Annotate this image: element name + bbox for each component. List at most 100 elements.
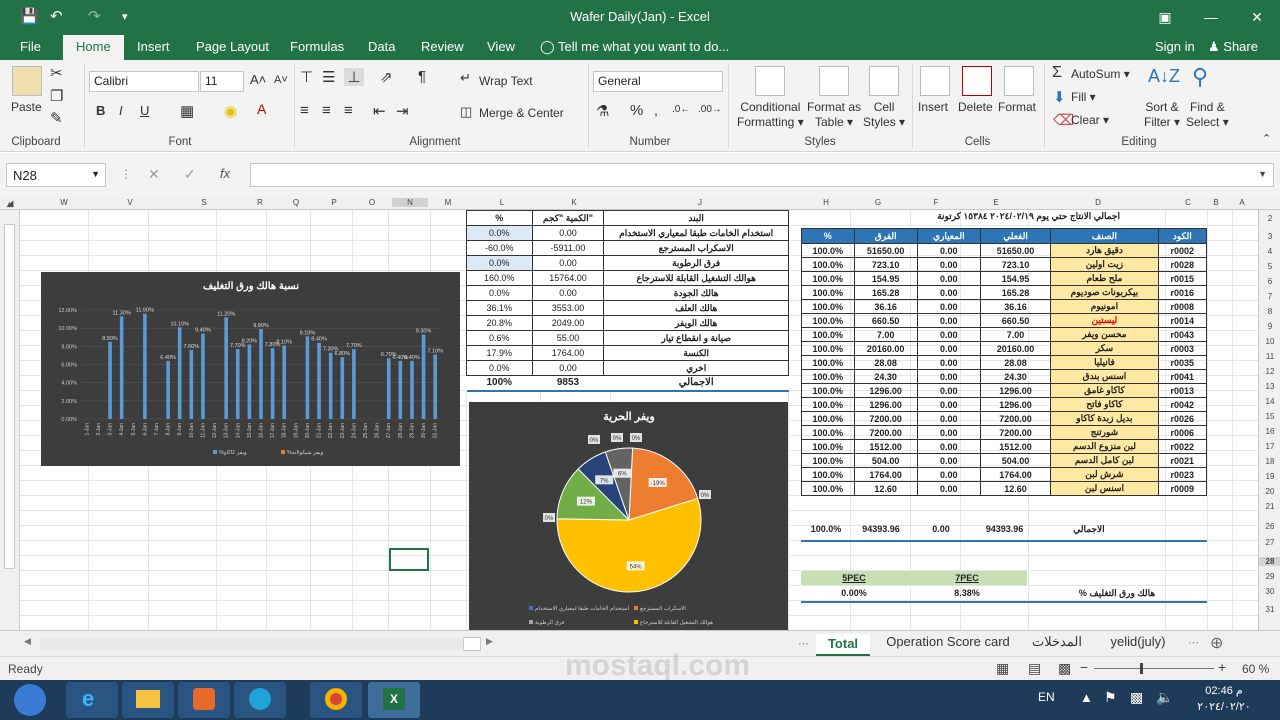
sheet-tab-inputs[interactable]: المدخلات: [1022, 634, 1092, 650]
insert-function-icon[interactable]: fx: [220, 166, 230, 181]
column-o[interactable]: O: [364, 198, 380, 207]
borders-icon[interactable]: ▦: [180, 102, 194, 120]
clear-button[interactable]: Clear ▾: [1071, 113, 1109, 128]
edge-icon[interactable]: [234, 682, 286, 718]
sheet-tab-total[interactable]: Total: [816, 634, 870, 656]
scroll-up-icon[interactable]: ▲: [5, 199, 14, 209]
formula-input[interactable]: ▼: [250, 163, 1274, 187]
scroll-left-icon[interactable]: ◀: [24, 636, 31, 647]
chrome-icon[interactable]: [310, 682, 362, 718]
volume-icon[interactable]: 🔈: [1156, 689, 1173, 706]
tray-arrow-icon[interactable]: ▲: [1080, 690, 1093, 705]
increase-decimal-icon[interactable]: .0←: [672, 104, 690, 115]
italic-icon[interactable]: I: [119, 103, 123, 118]
column-a[interactable]: A: [1234, 198, 1250, 207]
font-color-icon[interactable]: A: [257, 101, 266, 117]
find-select-button[interactable]: Find & Select ▾: [1186, 100, 1229, 130]
accounting-icon[interactable]: ⚗: [596, 102, 609, 120]
comma-icon[interactable]: ,: [654, 102, 658, 118]
column-j[interactable]: J: [692, 198, 708, 207]
align-left-icon[interactable]: ≡: [300, 102, 309, 119]
share-button[interactable]: ♟ Share: [1208, 39, 1258, 55]
expand-formula-icon[interactable]: ▼: [1258, 169, 1267, 179]
column-p[interactable]: P: [326, 198, 342, 207]
tab-review[interactable]: Review: [421, 39, 464, 54]
column-e[interactable]: E: [988, 198, 1004, 207]
format-as-table-button[interactable]: Format as Table ▾: [807, 100, 861, 130]
rtl-icon[interactable]: ¶: [418, 68, 426, 85]
align-middle-icon[interactable]: ☰: [322, 68, 335, 86]
tell-me-box[interactable]: Tell me what you want to do...: [558, 39, 729, 54]
copy-icon[interactable]: ❐: [50, 87, 63, 105]
column-w[interactable]: W: [56, 198, 72, 207]
excel-taskbar-icon[interactable]: X: [368, 682, 420, 718]
align-right-icon[interactable]: ≡: [344, 102, 353, 119]
clock-date[interactable]: ٢٠٢٤/٠٢/٢٠: [1196, 700, 1252, 713]
underline-icon[interactable]: U: [140, 103, 149, 118]
chevron-down-icon[interactable]: ▼: [91, 169, 100, 179]
column-g[interactable]: G: [870, 198, 886, 207]
zoom-in-icon[interactable]: +: [1218, 659, 1226, 675]
name-box[interactable]: N28 ▼: [6, 163, 106, 187]
file-explorer-icon[interactable]: [122, 682, 174, 718]
decrease-decimal-icon[interactable]: .00→: [698, 104, 722, 115]
zoom-out-icon[interactable]: −: [1080, 659, 1088, 675]
column-f[interactable]: F: [928, 198, 944, 207]
sign-in-link[interactable]: Sign in: [1155, 39, 1195, 54]
percent-icon[interactable]: %: [630, 102, 643, 119]
wrap-text-button[interactable]: Wrap Text: [479, 74, 533, 89]
tab-view[interactable]: View: [487, 39, 515, 54]
tab-home[interactable]: Home: [63, 35, 124, 60]
column-h[interactable]: H: [818, 198, 834, 207]
column-d[interactable]: D: [1090, 198, 1106, 207]
column-b[interactable]: B: [1208, 198, 1224, 207]
decrease-font-icon[interactable]: A˅: [274, 74, 288, 86]
orientation-icon[interactable]: ⇗: [380, 68, 393, 86]
more-sheets-icon[interactable]: ⋯: [1188, 636, 1199, 649]
tab-insert[interactable]: Insert: [137, 39, 170, 54]
align-center-icon[interactable]: ≡: [322, 102, 331, 119]
increase-font-icon[interactable]: A˄: [250, 72, 266, 87]
sheet-nav-more-icon[interactable]: ⋯: [798, 637, 809, 650]
column-k[interactable]: K: [566, 198, 582, 207]
format-painter-icon[interactable]: ✎: [50, 109, 63, 127]
align-bottom-icon[interactable]: ⊥: [344, 68, 364, 86]
cut-icon[interactable]: ✂: [50, 64, 63, 82]
insert-cells-button[interactable]: Insert: [918, 100, 948, 115]
new-sheet-icon[interactable]: ⊕: [1210, 633, 1223, 653]
align-top-icon[interactable]: ⊤: [300, 68, 313, 86]
selected-cell-n28[interactable]: [389, 548, 429, 571]
font-name-select[interactable]: Calibri: [89, 71, 199, 92]
paste-icon[interactable]: [12, 66, 42, 96]
column-v[interactable]: V: [122, 198, 138, 207]
cancel-entry-icon[interactable]: ✕: [148, 166, 160, 183]
sort-filter-button[interactable]: Sort & Filter ▾: [1144, 100, 1180, 130]
fill-button[interactable]: Fill ▾: [1071, 90, 1096, 105]
decrease-indent-icon[interactable]: ⇤: [373, 102, 386, 120]
bar-chart[interactable]: نسبة هالك ورق التغليف 0.00% 2.00% 4.00% 6.0…: [41, 272, 460, 466]
start-icon[interactable]: [14, 684, 46, 716]
conditional-formatting-button[interactable]: Conditional Formatting ▾: [737, 100, 804, 130]
zoom-level[interactable]: 60 %: [1242, 662, 1269, 676]
page-break-view-icon[interactable]: ▩: [1058, 660, 1071, 677]
autosum-button[interactable]: AutoSum ▾: [1071, 67, 1130, 82]
column-l[interactable]: L: [494, 198, 510, 207]
ie-icon[interactable]: e: [66, 682, 118, 718]
language-indicator[interactable]: EN: [1038, 690, 1055, 704]
sheet-tab-operation-score-card[interactable]: Operation Score card: [878, 634, 1018, 649]
cell-styles-button[interactable]: Cell Styles ▾: [863, 100, 905, 130]
zoom-slider[interactable]: [1094, 668, 1214, 669]
pie-chart[interactable]: ويفر الحرية -19% 54% 12% 7% 6% 0% 0% 0% 0% 0% است…: [469, 402, 788, 630]
tab-page-layout[interactable]: Page Layout: [196, 39, 269, 54]
zoom-slider-thumb[interactable]: [1140, 663, 1143, 674]
horizontal-scroll-thumb[interactable]: [463, 637, 481, 651]
delete-cells-button[interactable]: Delete: [958, 100, 993, 115]
tab-formulas[interactable]: Formulas: [290, 39, 344, 54]
tab-data[interactable]: Data: [368, 39, 395, 54]
sheet-area[interactable]: نسبة هالك ورق التغليف 0.00% 2.00% 4.00% 6.0…: [20, 210, 1258, 630]
column-c[interactable]: C: [1180, 198, 1196, 207]
media-player-icon[interactable]: [178, 682, 230, 718]
sheet-tab-yelid-july[interactable]: yelid(july): [1096, 634, 1180, 649]
column-m[interactable]: M: [440, 198, 456, 207]
column-r[interactable]: R: [252, 198, 268, 207]
